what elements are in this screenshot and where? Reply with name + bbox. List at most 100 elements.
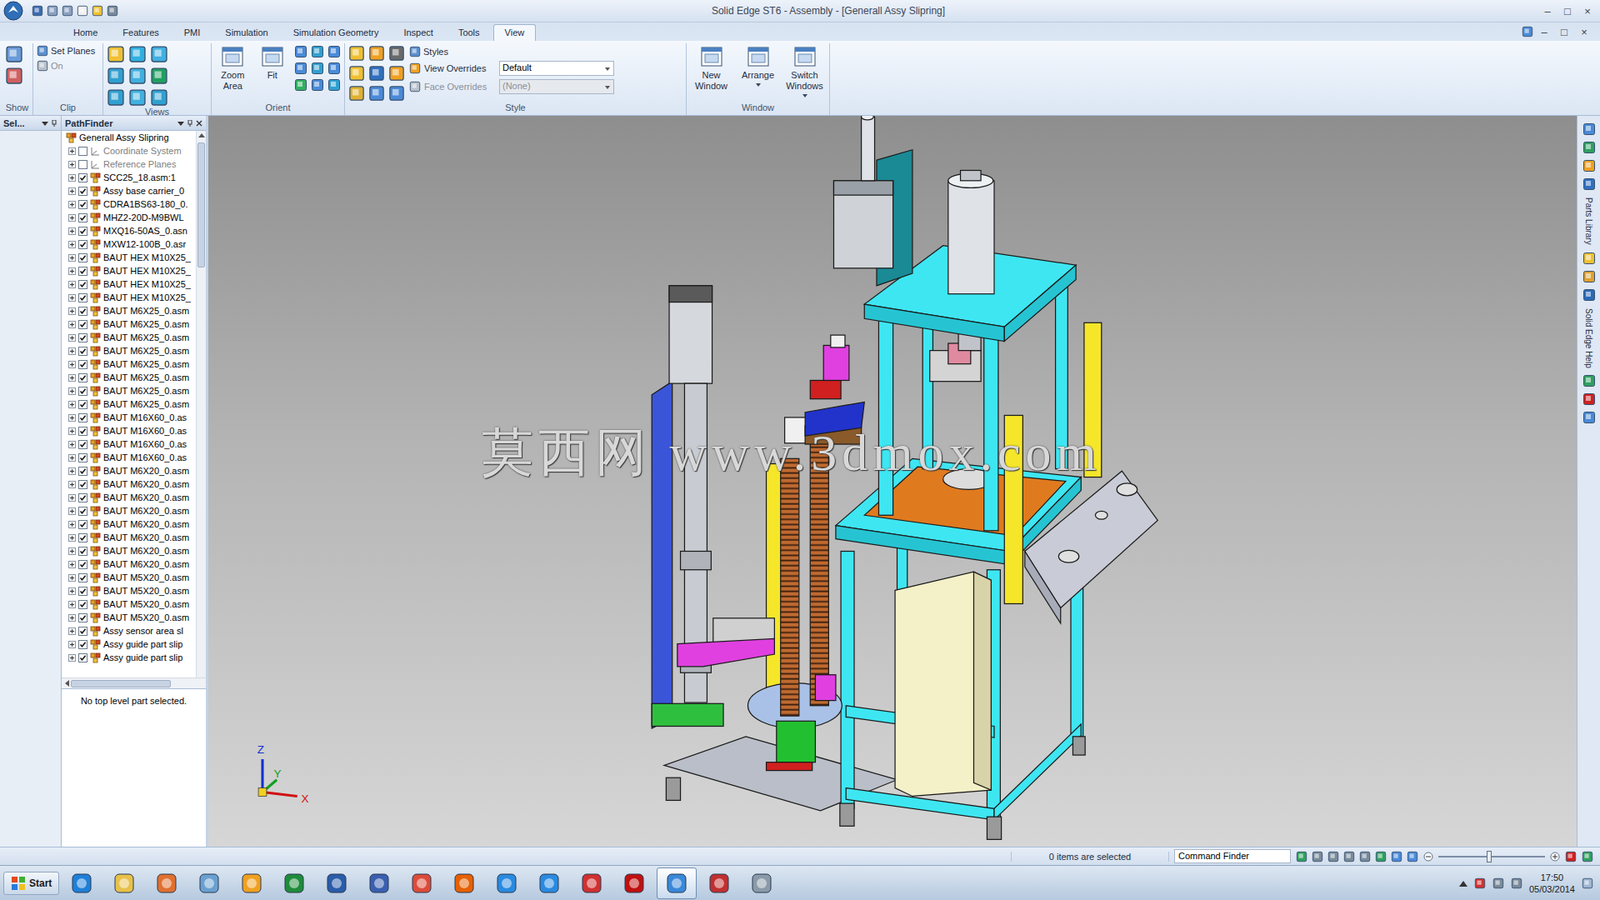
checkbox[interactable] xyxy=(78,293,88,303)
orient-icon[interactable] xyxy=(294,45,308,59)
tree-item[interactable]: BAUT M6X20_0.asm xyxy=(61,464,196,478)
tree-item[interactable]: BAUT M6X20_0.asm xyxy=(61,517,196,531)
checkbox[interactable] xyxy=(78,626,88,636)
graphics-window[interactable]: ZYX莫西网 www.3dmox.com xyxy=(208,115,1577,847)
spin-icon[interactable] xyxy=(1375,850,1387,863)
styles-button[interactable]: Styles xyxy=(409,45,615,58)
zoom-slider[interactable] xyxy=(1438,855,1545,858)
tree-item[interactable]: MHZ2-20D-M9BWL xyxy=(61,210,196,225)
checkbox[interactable] xyxy=(78,160,88,170)
expander-icon[interactable] xyxy=(68,254,76,262)
view-icon[interactable] xyxy=(1406,850,1419,863)
view-icon[interactable] xyxy=(1390,850,1403,863)
flag-icon[interactable] xyxy=(1474,877,1486,890)
ribbon-tab[interactable]: Simulation Geometry xyxy=(281,24,391,41)
motor[interactable] xyxy=(833,115,912,286)
style-icon[interactable] xyxy=(348,45,365,62)
app-menu-icon[interactable] xyxy=(3,0,24,21)
expander-icon[interactable] xyxy=(68,387,76,395)
help-icon[interactable] xyxy=(1582,288,1596,302)
menu-arrow-icon[interactable] xyxy=(177,120,185,127)
ribbon-tab[interactable]: Home xyxy=(61,24,110,41)
expander-icon[interactable] xyxy=(68,360,76,369)
expander-icon[interactable] xyxy=(68,294,76,302)
tree-item[interactable]: BAUT M16X60_0.as xyxy=(61,450,196,465)
show-desktop-icon[interactable] xyxy=(1581,877,1594,890)
expander-icon[interactable] xyxy=(68,374,76,382)
tree-item[interactable]: BAUT M5X20_0.asm xyxy=(61,610,196,625)
taskbar-app[interactable] xyxy=(571,867,612,900)
checkbox[interactable] xyxy=(78,400,88,410)
rotate-icon[interactable] xyxy=(1295,850,1308,863)
window-icon[interactable] xyxy=(700,45,724,69)
expander-icon[interactable] xyxy=(68,587,76,595)
expander-icon[interactable] xyxy=(68,534,76,542)
checkbox[interactable] xyxy=(78,586,88,596)
taskbar-app[interactable] xyxy=(189,867,230,900)
cylinder[interactable] xyxy=(948,170,995,294)
panel-icon[interactable] xyxy=(1582,410,1596,425)
checkbox[interactable] xyxy=(78,226,88,236)
command-finder[interactable]: Command Finder xyxy=(1174,849,1291,864)
expander-icon[interactable] xyxy=(68,174,76,182)
tree-item[interactable]: BAUT M6X25_0.asm xyxy=(61,330,196,345)
zoom-icon[interactable] xyxy=(260,45,285,69)
taskbar-app[interactable] xyxy=(401,867,442,900)
tree-item[interactable]: BAUT M16X60_0.as xyxy=(61,410,196,425)
feet[interactable] xyxy=(665,736,1085,840)
orient-icon[interactable] xyxy=(310,78,325,92)
pin-icon[interactable] xyxy=(186,120,194,127)
tree-item[interactable]: BAUT M16X60_0.as xyxy=(61,437,196,451)
tree-item[interactable]: Assy base carrier_0 xyxy=(61,184,196,198)
window-icon[interactable] xyxy=(793,45,817,69)
hide-icon[interactable] xyxy=(5,66,24,85)
checkbox[interactable] xyxy=(78,453,88,463)
checkbox[interactable] xyxy=(78,600,88,610)
expander-icon[interactable] xyxy=(68,454,76,462)
panel-icon[interactable] xyxy=(1582,140,1596,155)
view-icon[interactable] xyxy=(150,88,169,107)
tree-item[interactable]: BAUT M6X25_0.asm xyxy=(61,344,196,358)
expander-icon[interactable] xyxy=(68,440,76,449)
checkbox[interactable] xyxy=(78,186,88,196)
checkbox[interactable] xyxy=(78,200,88,210)
volume-icon[interactable] xyxy=(1510,877,1523,890)
expander-icon[interactable] xyxy=(68,214,76,222)
checkbox[interactable] xyxy=(78,173,88,183)
orient-icon[interactable] xyxy=(327,61,341,75)
orient-button[interactable]: Fit xyxy=(255,45,291,81)
tree-item[interactable]: BAUT HEX M10X25_ xyxy=(61,277,196,291)
orient-icon[interactable] xyxy=(327,78,341,92)
tree-item[interactable]: BAUT M6X25_0.asm xyxy=(61,317,196,331)
window-button[interactable]: Switch Windows xyxy=(783,45,826,98)
checkbox[interactable] xyxy=(78,213,88,223)
zoom-area-icon[interactable] xyxy=(1311,850,1324,863)
tree-item[interactable]: BAUT M6X20_0.asm xyxy=(61,504,196,518)
checkbox[interactable] xyxy=(78,146,88,156)
ribbon-tab[interactable]: Simulation xyxy=(213,24,280,41)
undo-icon[interactable] xyxy=(46,5,59,17)
override-dropdown[interactable]: Default xyxy=(499,60,615,76)
checkbox[interactable] xyxy=(78,413,88,423)
tree-item[interactable]: BAUT M6X25_0.asm xyxy=(61,357,196,371)
start-button[interactable]: Start xyxy=(3,871,60,895)
tree-item[interactable]: Coordinate System xyxy=(61,144,196,158)
clock[interactable]: 17:5005/03/2014 xyxy=(1529,871,1575,895)
override-field[interactable]: View OverridesDefault xyxy=(409,60,615,76)
expander-icon[interactable] xyxy=(68,614,76,622)
checkbox[interactable] xyxy=(78,653,88,663)
view-icon[interactable] xyxy=(128,66,147,85)
view-icon[interactable] xyxy=(106,88,125,107)
checkbox[interactable] xyxy=(78,266,88,276)
network-icon[interactable] xyxy=(1492,877,1505,890)
taskbar-app[interactable] xyxy=(529,867,570,900)
tree-item[interactable]: BAUT HEX M10X25_ xyxy=(61,264,196,278)
taskbar-app[interactable] xyxy=(699,867,740,900)
model-view[interactable]: ZYX xyxy=(208,115,1577,847)
orient-icon[interactable] xyxy=(327,45,341,59)
expander-icon[interactable] xyxy=(68,334,76,342)
ribbon-tab[interactable]: Tools xyxy=(446,24,492,41)
expander-icon[interactable] xyxy=(68,600,76,609)
zoom-out-icon[interactable] xyxy=(1423,851,1434,862)
style-icon[interactable] xyxy=(368,45,385,62)
